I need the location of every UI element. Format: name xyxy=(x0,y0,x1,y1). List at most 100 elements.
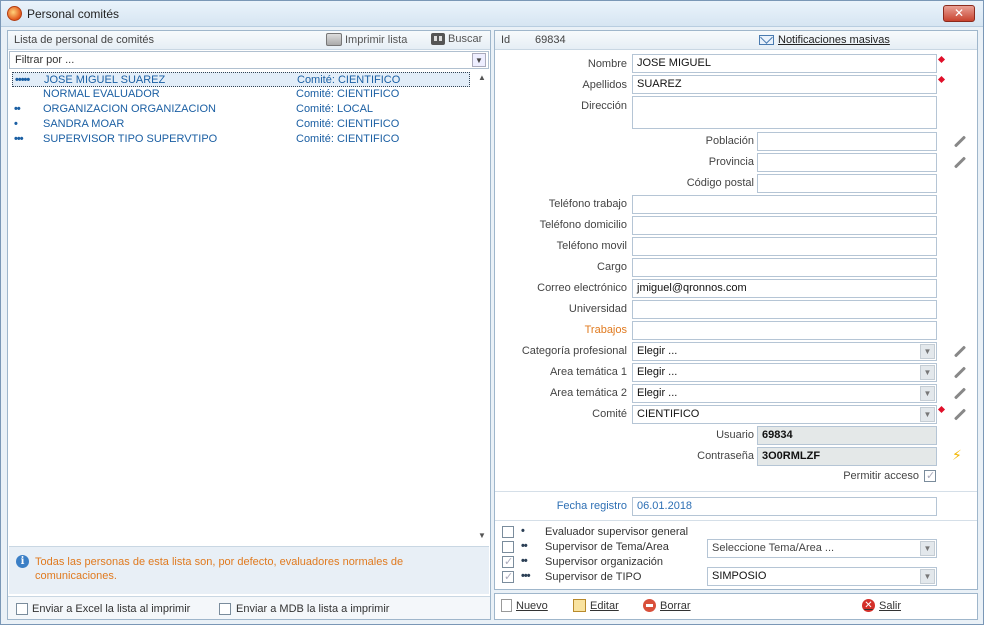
chevron-down-icon[interactable]: ▼ xyxy=(920,541,935,556)
trabajos-label[interactable]: Trabajos xyxy=(585,324,627,336)
categoria-select[interactable]: Elegir ... ▼ xyxy=(632,342,937,361)
chevron-down-icon[interactable]: ▼ xyxy=(920,407,935,422)
print-list-button[interactable]: Imprimir lista xyxy=(326,33,407,46)
pencil-icon[interactable] xyxy=(951,406,967,422)
role-dots: ••• xyxy=(521,570,531,582)
list-item[interactable]: ••• SUPERVISOR TIPO SUPERVTIPO Comité: C… xyxy=(12,132,470,147)
usuario-field: 69834 xyxy=(757,426,937,445)
pencil-icon[interactable] xyxy=(951,133,967,149)
supervisor-organizacion-label: Supervisor organización xyxy=(545,556,664,568)
info-box: i Todas las personas de esta lista son, … xyxy=(9,546,489,594)
correo-field[interactable]: jmiguel@qronnos.com xyxy=(632,279,937,298)
list-item[interactable]: NORMAL EVALUADOR Comité: CIENTIFICO xyxy=(12,87,470,102)
chevron-down-icon[interactable]: ▼ xyxy=(920,569,935,584)
tel-movil-field[interactable] xyxy=(632,237,937,256)
mdb-checkbox[interactable] xyxy=(219,603,231,615)
provincia-field[interactable] xyxy=(757,153,937,172)
contrasena-label: Contraseña xyxy=(697,450,754,462)
chevron-down-icon[interactable]: ▼ xyxy=(472,53,486,67)
role-dots: •• xyxy=(521,540,528,552)
person-name: NORMAL EVALUADOR xyxy=(43,88,160,100)
pencil-icon[interactable] xyxy=(951,343,967,359)
role-dots: •• xyxy=(521,555,528,567)
supervisor-tema-checkbox[interactable] xyxy=(502,541,514,553)
delete-button[interactable]: Borrar xyxy=(643,599,691,612)
evaluador-general-checkbox[interactable] xyxy=(502,526,514,538)
exit-label: Salir xyxy=(879,599,902,612)
supervisor-tema-label: Supervisor de Tema/Area xyxy=(545,541,669,553)
poblacion-label: Población xyxy=(705,135,754,147)
pencil-icon[interactable] xyxy=(951,154,967,170)
chevron-down-icon[interactable]: ▼ xyxy=(920,365,935,380)
pencil-icon[interactable] xyxy=(951,364,967,380)
list-item[interactable]: •• ORGANIZACION ORGANIZACION Comité: LOC… xyxy=(12,102,470,117)
list-footer: Enviar a Excel la lista al imprimir Envi… xyxy=(8,596,490,619)
apellidos-field[interactable]: SUAREZ xyxy=(632,75,937,94)
list-scrollbar[interactable]: ▲ ▼ xyxy=(475,71,489,543)
excel-checkbox[interactable] xyxy=(16,603,28,615)
person-committee: Comité: CIENTIFICO xyxy=(296,118,400,130)
filter-value: Filtrar por ... xyxy=(15,54,75,66)
list-item[interactable]: • SANDRA MOAR Comité: CIENTIFICO xyxy=(12,117,470,132)
app-icon xyxy=(7,6,22,21)
comite-label: Comité xyxy=(592,408,627,420)
poblacion-field[interactable] xyxy=(757,132,937,151)
list-item[interactable]: ••••• JOSE MIGUEL SUAREZ Comité: CIENTIF… xyxy=(12,72,470,87)
comite-select[interactable]: CIENTIFICO ▼ xyxy=(632,405,937,424)
nombre-field[interactable]: JOSE MIGUEL xyxy=(632,54,937,73)
supervisor-tipo-checkbox[interactable] xyxy=(502,570,514,583)
cp-field[interactable] xyxy=(757,174,937,193)
tel-trabajo-field[interactable] xyxy=(632,195,937,214)
chevron-down-icon[interactable]: ▼ xyxy=(920,386,935,401)
search-button[interactable]: Buscar xyxy=(431,33,482,45)
scroll-down-icon[interactable]: ▼ xyxy=(477,531,487,541)
cargo-field[interactable] xyxy=(632,258,937,277)
trabajos-field[interactable] xyxy=(632,321,937,340)
exit-icon: ✕ xyxy=(862,599,875,612)
tipo-value: SIMPOSIO xyxy=(712,570,767,582)
tema-select[interactable]: Seleccione Tema/Area ... ▼ xyxy=(707,539,937,558)
tel-movil-label: Teléfono movil xyxy=(556,240,627,252)
universidad-field[interactable] xyxy=(632,300,937,319)
person-committee: Comité: CIENTIFICO xyxy=(297,74,401,86)
permitir-acceso-checkbox[interactable] xyxy=(924,469,936,482)
universidad-label: Universidad xyxy=(568,303,627,315)
notif-label: Notificaciones masivas xyxy=(778,34,890,46)
supervisor-organizacion-checkbox[interactable] xyxy=(502,555,514,568)
role-dots: •• xyxy=(14,103,21,115)
mass-notifications-link[interactable]: Notificaciones masivas xyxy=(759,34,890,46)
filter-select[interactable]: Filtrar por ... ▼ xyxy=(9,51,489,69)
fecha-field[interactable]: 06.01.2018 xyxy=(632,497,937,516)
role-dots: • xyxy=(14,118,18,130)
direccion-field[interactable] xyxy=(632,96,937,129)
categoria-value: Elegir ... xyxy=(637,345,678,357)
correo-label: Correo electrónico xyxy=(537,282,627,294)
window-title: Personal comités xyxy=(27,7,120,21)
printer-icon xyxy=(326,33,342,46)
list-header: Lista de personal de comités Imprimir li… xyxy=(8,31,490,50)
direccion-label: Dirección xyxy=(581,100,627,112)
chevron-down-icon[interactable]: ▼ xyxy=(920,344,935,359)
scroll-up-icon[interactable]: ▲ xyxy=(477,73,487,83)
tipo-select[interactable]: SIMPOSIO ▼ xyxy=(707,567,937,586)
nombre-label: Nombre xyxy=(587,58,627,70)
close-button[interactable]: ✕ xyxy=(943,5,975,22)
new-button[interactable]: Nuevo xyxy=(501,599,548,612)
tel-domicilio-field[interactable] xyxy=(632,216,937,235)
required-marker xyxy=(937,405,946,414)
person-name: JOSE MIGUEL SUAREZ xyxy=(44,74,166,86)
lightning-icon[interactable]: ⚡ xyxy=(952,447,962,464)
info-icon: i xyxy=(16,555,29,568)
provincia-label: Provincia xyxy=(708,156,754,168)
exit-button[interactable]: ✕ Salir xyxy=(862,599,901,612)
search-label: Buscar xyxy=(448,33,483,45)
area2-select[interactable]: Elegir ... ▼ xyxy=(632,384,937,403)
edit-button[interactable]: Editar xyxy=(573,599,619,612)
pencil-icon[interactable] xyxy=(951,385,967,401)
required-marker xyxy=(937,75,946,84)
evaluador-general-label: Evaluador supervisor general xyxy=(545,526,689,538)
role-dots: • xyxy=(521,525,525,537)
required-marker xyxy=(937,55,946,64)
window: Personal comités ✕ Lista de personal de … xyxy=(0,0,984,625)
area1-select[interactable]: Elegir ... ▼ xyxy=(632,363,937,382)
